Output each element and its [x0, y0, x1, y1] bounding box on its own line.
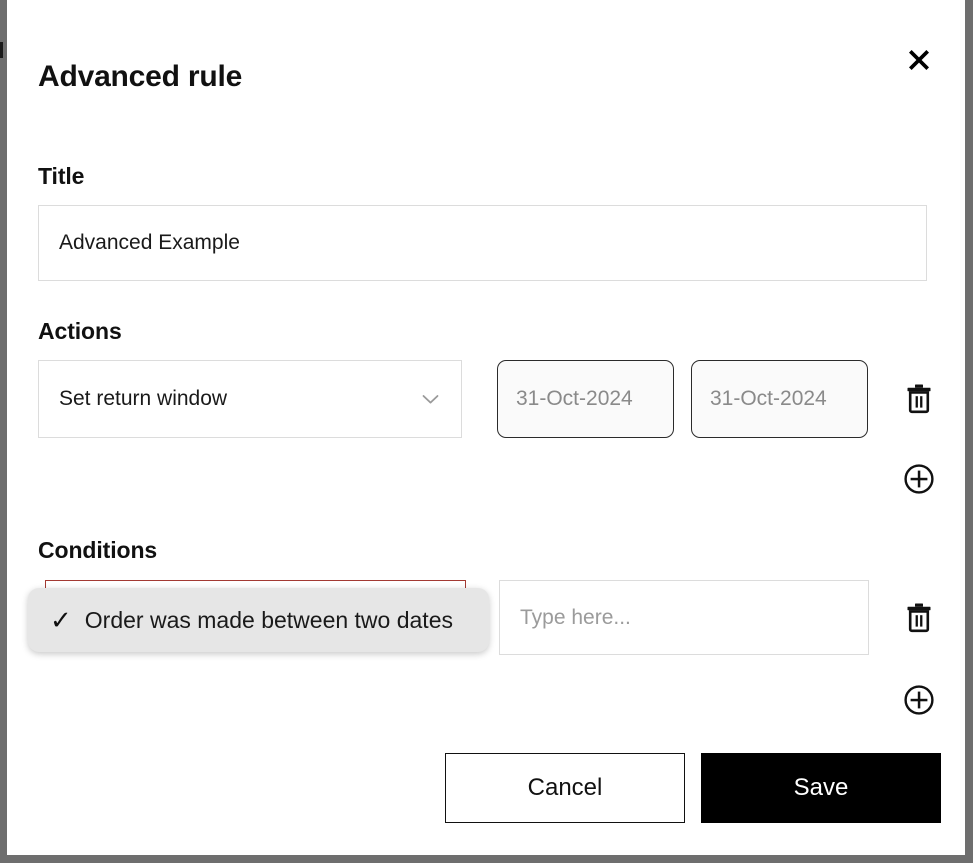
check-icon: ✓ [50, 605, 72, 635]
add-action-button[interactable] [898, 458, 940, 500]
background-artifact [0, 42, 3, 58]
save-button[interactable]: Save [701, 753, 941, 823]
cancel-button[interactable]: Cancel [445, 753, 685, 823]
trash-icon [904, 601, 934, 633]
add-condition-button[interactable] [898, 679, 940, 721]
advanced-rule-modal: Advanced rule Title Actions Set return w… [7, 0, 965, 855]
title-label: Title [38, 163, 85, 189]
condition-dropdown-option[interactable]: ✓ Order was made between two dates [28, 588, 489, 652]
chevron-down-icon [422, 387, 439, 411]
action-date-from-input[interactable] [497, 360, 674, 438]
plus-circle-icon [903, 684, 935, 716]
plus-circle-icon [903, 463, 935, 495]
page-title: Advanced rule [38, 60, 243, 93]
action-type-selected-value: Set return window [59, 387, 228, 410]
actions-label: Actions [38, 318, 122, 344]
delete-action-button[interactable] [898, 377, 940, 419]
action-date-to-input[interactable] [691, 360, 868, 438]
action-type-select[interactable]: Set return window [38, 360, 462, 438]
modal-header: Advanced rule [7, 0, 965, 120]
condition-dropdown-option-label: Order was made between two dates [84, 606, 453, 633]
title-input[interactable] [38, 205, 927, 281]
trash-icon [904, 382, 934, 414]
condition-value-input[interactable] [499, 580, 869, 655]
close-x-icon [902, 43, 936, 77]
close-button[interactable] [897, 38, 941, 82]
delete-condition-button[interactable] [898, 596, 940, 638]
conditions-label: Conditions [38, 537, 158, 563]
